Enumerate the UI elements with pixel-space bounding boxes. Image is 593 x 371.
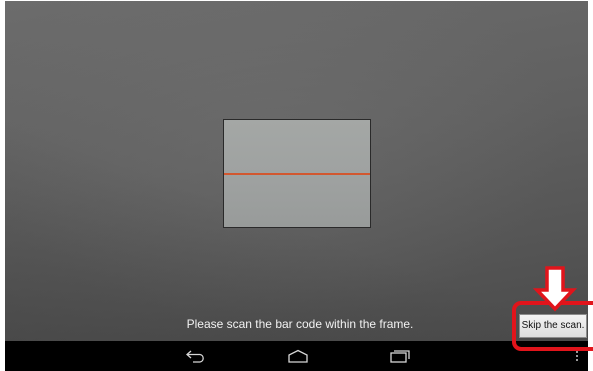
back-icon[interactable] [181,341,211,371]
down-arrow-icon [533,266,577,312]
device-screen: Please scan the bar code within the fram… [0,0,593,371]
highlight-annotation-tail [566,347,593,351]
scan-line [224,173,370,175]
home-icon[interactable] [283,341,313,371]
recent-apps-icon[interactable] [385,341,415,371]
scan-instruction-text: Please scan the bar code within the fram… [186,317,414,331]
navigation-bar [5,341,588,371]
scan-frame [223,119,371,228]
